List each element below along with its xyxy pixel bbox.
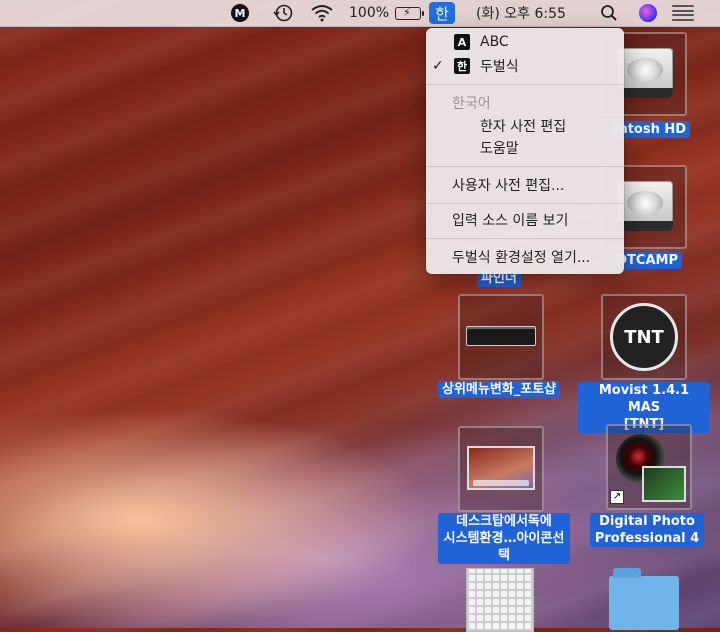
abc-input-icon: A <box>454 34 470 50</box>
menu-item-user-dictionary[interactable]: 사용자 사전 편집... <box>426 174 624 196</box>
menu-item-label: 도움말 <box>480 141 519 157</box>
korean-input-icon: 한 <box>454 58 470 74</box>
menu-item-abc[interactable]: A ABC <box>426 31 624 53</box>
label-line: Professional 4 <box>594 531 700 546</box>
menu-bar: M 100% ⚡ 한 (화) 오후 6:55 <box>0 0 720 27</box>
menu-separator <box>426 238 624 239</box>
battery-percent: 100% <box>349 5 390 21</box>
menu-item-show-input-source-name[interactable]: 입력 소스 이름 보기 <box>426 209 624 231</box>
spotlight-search-icon[interactable] <box>600 0 618 26</box>
m-logo-icon: M <box>231 4 249 22</box>
digital-photo-professional-icon[interactable]: ↗ <box>606 424 692 510</box>
menu-item-hanja-dictionary[interactable]: 한자 사전 편집 <box>426 115 624 137</box>
desktop-icon-label[interactable]: Digital Photo Professional 4 <box>590 513 704 547</box>
menu-item-label: 두벌식 환경설정 열기... <box>452 250 591 266</box>
movist-app-icon[interactable]: TNT <box>601 294 687 380</box>
desktop-icon-label[interactable]: 데스크탑에서독에 시스템환경…아이콘선택 <box>438 513 570 564</box>
menu-item-label: ABC <box>480 34 509 50</box>
document-thumbnail-icon[interactable] <box>466 568 534 632</box>
screenshot-file-icon[interactable] <box>458 294 544 380</box>
menu-item-help[interactable]: 도움말 <box>426 137 624 159</box>
menu-item-open-preferences[interactable]: 두벌식 환경설정 열기... <box>426 246 624 268</box>
label-line: 데스크탑에서독에 <box>456 514 552 529</box>
wifi-icon[interactable] <box>310 0 334 26</box>
label-line: Digital Photo <box>599 514 695 529</box>
section-header-label: 한국어 <box>452 96 491 112</box>
folder-icon[interactable] <box>609 568 679 630</box>
menu-item-label: 사용자 사전 편집... <box>452 178 565 194</box>
menu-item-label: 입력 소스 이름 보기 <box>452 213 569 229</box>
tnt-logo: TNT <box>610 303 678 371</box>
label-line: Movist 1.4.1 MAS <box>598 383 690 415</box>
menu-separator <box>426 166 624 167</box>
menu-item-label: 두벌식 <box>480 59 519 75</box>
alias-arrow-icon: ↗ <box>610 490 624 504</box>
checkmark-icon: ✓ <box>432 58 444 74</box>
menu-separator <box>426 84 624 85</box>
menu-separator <box>426 203 624 204</box>
menu-item-2set-korean[interactable]: ✓ 한 두벌식 <box>426 55 624 77</box>
battery-icon: ⚡ <box>395 6 425 20</box>
label-line: 시스템환경…아이콘선택 <box>443 531 565 563</box>
menu-section-header: 한국어 <box>426 92 624 114</box>
screenshot-file-icon[interactable] <box>458 426 544 512</box>
input-source-menu[interactable]: 한 <box>429 2 455 24</box>
menu-item-label: 한자 사전 편집 <box>480 119 567 135</box>
time-machine-icon[interactable] <box>272 0 294 26</box>
battery-status[interactable]: 100% ⚡ <box>349 0 425 26</box>
photo-badge-icon <box>642 466 686 502</box>
m-app-icon[interactable]: M <box>231 0 249 26</box>
siri-icon[interactable] <box>639 0 657 26</box>
clock[interactable]: (화) 오후 6:55 <box>476 0 566 26</box>
notification-center-icon[interactable] <box>672 0 694 26</box>
input-source-dropdown: A ABC ✓ 한 두벌식 한국어 한자 사전 편집 도움말 사용자 사전 편집… <box>426 28 624 274</box>
desktop-icon-label[interactable]: 상위메뉴변화_포토샵 <box>438 381 561 398</box>
